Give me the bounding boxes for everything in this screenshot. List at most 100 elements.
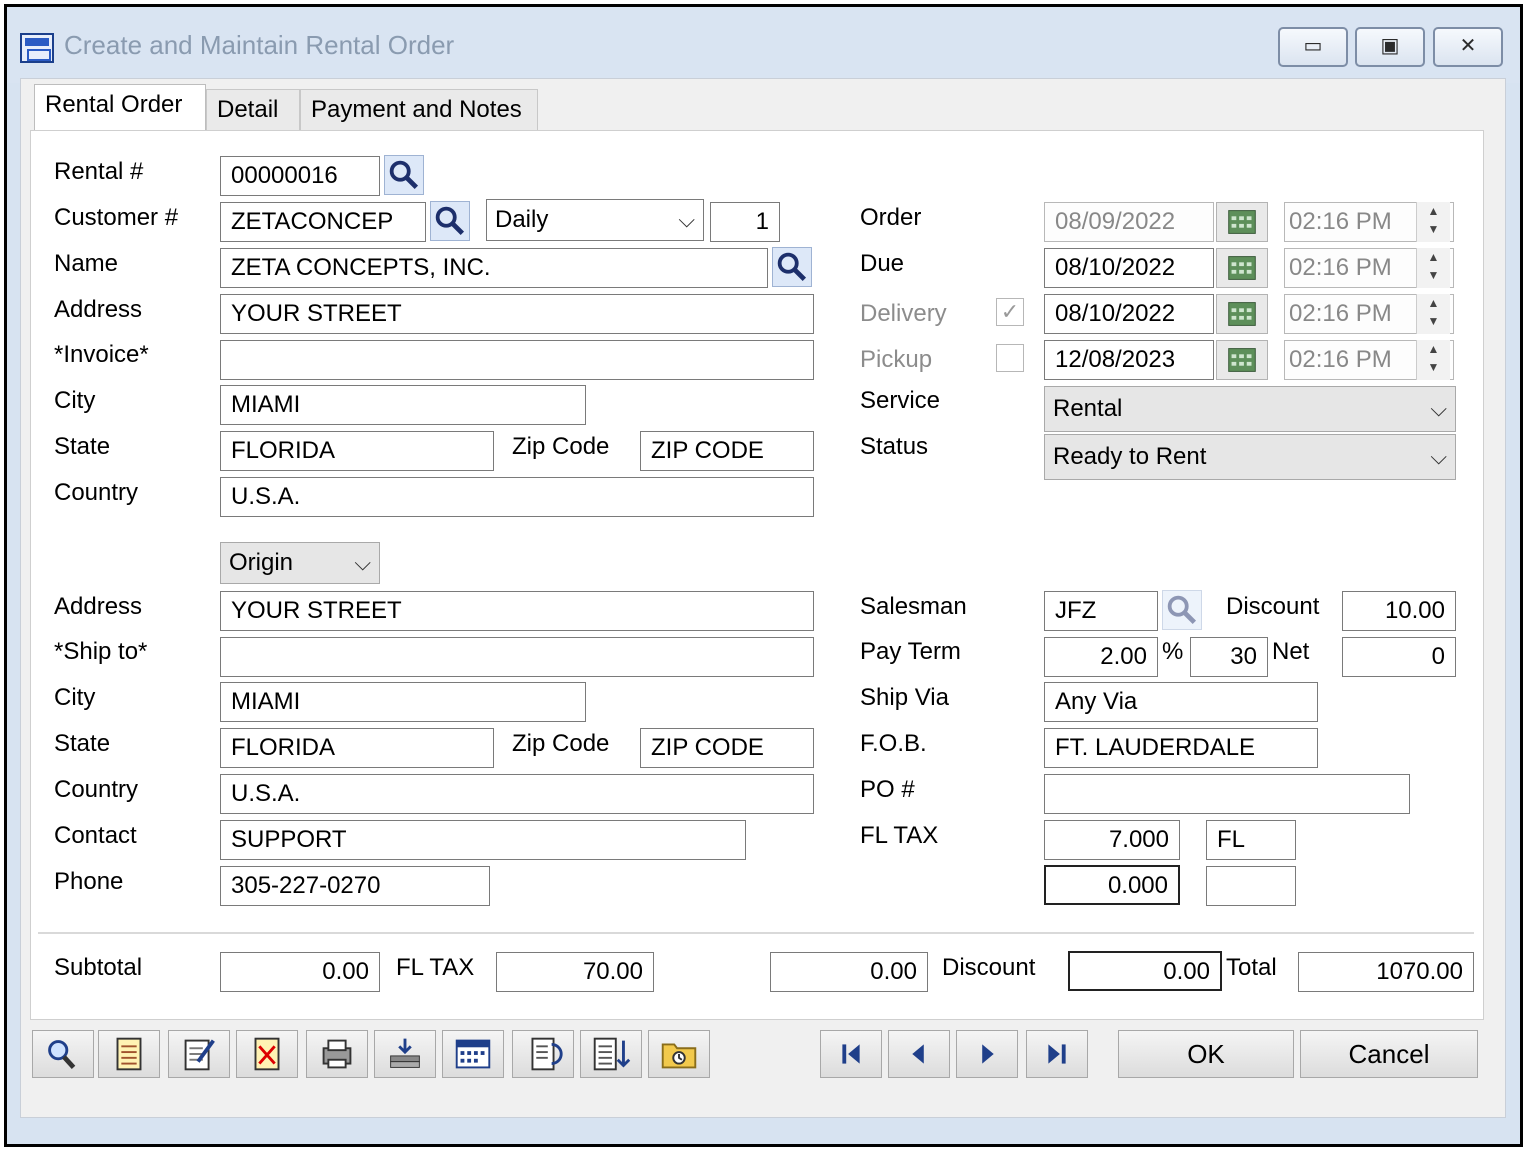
pay-term-label: Pay Term bbox=[860, 638, 961, 665]
ship-zip-label: Zip Code bbox=[512, 730, 610, 757]
maximize-button[interactable]: ▣ bbox=[1355, 27, 1425, 67]
sort-button[interactable] bbox=[580, 1030, 642, 1078]
previous-record-button[interactable] bbox=[888, 1030, 950, 1078]
ok-button[interactable]: OK bbox=[1118, 1030, 1294, 1078]
due-time-spinner[interactable]: ▲ ▼ bbox=[1416, 248, 1450, 288]
address-type-value: Origin bbox=[229, 549, 294, 576]
tab-detail[interactable]: Detail bbox=[206, 89, 300, 131]
search-icon bbox=[48, 1040, 76, 1070]
name-lookup-icon[interactable] bbox=[772, 247, 812, 287]
address-type-select[interactable]: Origin ⌵ bbox=[220, 542, 380, 584]
tax-code-field[interactable]: FL bbox=[1206, 820, 1296, 860]
last-record-button[interactable] bbox=[1026, 1030, 1088, 1078]
tax-rate2-field[interactable]: 0.000 bbox=[1044, 865, 1180, 905]
po-label: PO # bbox=[860, 776, 915, 803]
subtotal-label: Subtotal bbox=[54, 954, 143, 981]
next-record-button[interactable] bbox=[956, 1030, 1018, 1078]
search-tool-button[interactable] bbox=[32, 1030, 94, 1078]
pickup-checkbox[interactable] bbox=[996, 344, 1024, 372]
ship-via-field[interactable]: Any Via bbox=[1044, 682, 1318, 722]
pay-term-percent-field[interactable]: 2.00 bbox=[1044, 637, 1158, 677]
totals-fl-tax-label: FL TAX bbox=[396, 954, 475, 981]
name-field[interactable]: ZETA CONCEPTS, INC. bbox=[220, 248, 768, 288]
phone-field[interactable]: 305-227-0270 bbox=[220, 866, 490, 906]
due-label: Due bbox=[860, 250, 905, 277]
po-field[interactable] bbox=[1044, 774, 1410, 814]
status-label: Status bbox=[860, 433, 929, 460]
ship-address-field[interactable]: YOUR STREET bbox=[220, 591, 814, 631]
ship-to-field[interactable] bbox=[220, 637, 814, 677]
cancel-button[interactable]: Cancel bbox=[1300, 1030, 1478, 1078]
ship-via-label: Ship Via bbox=[860, 684, 949, 711]
delivery-date-field[interactable]: 08/10/2022 bbox=[1044, 294, 1214, 334]
first-record-button[interactable] bbox=[820, 1030, 882, 1078]
pickup-time-spinner[interactable]: ▲ ▼ bbox=[1416, 340, 1450, 380]
customer-lookup-icon[interactable] bbox=[430, 201, 470, 241]
address-field[interactable]: YOUR STREET bbox=[220, 294, 814, 334]
salesman-field[interactable]: JFZ bbox=[1044, 591, 1158, 631]
folder-button[interactable] bbox=[648, 1030, 710, 1078]
ship-city-field[interactable]: MIAMI bbox=[220, 682, 586, 722]
name-label: Name bbox=[54, 250, 119, 277]
stack-download-icon bbox=[390, 1038, 420, 1068]
delete-document-button[interactable] bbox=[236, 1030, 298, 1078]
calendar-icon bbox=[455, 1039, 491, 1069]
rate-period-select[interactable]: Daily ⌵ bbox=[486, 199, 704, 241]
subtotal-field: 0.00 bbox=[220, 952, 380, 992]
salesman-lookup-icon[interactable] bbox=[1162, 590, 1202, 630]
discount-field[interactable]: 10.00 bbox=[1342, 591, 1456, 631]
ship-state-field[interactable]: FLORIDA bbox=[220, 728, 494, 768]
import-button[interactable] bbox=[374, 1030, 436, 1078]
pay-term-days-field[interactable]: 30 bbox=[1190, 637, 1268, 677]
delivery-calendar-icon[interactable] bbox=[1216, 294, 1268, 334]
zip-field[interactable]: ZIP CODE bbox=[640, 431, 814, 471]
country-field[interactable]: U.S.A. bbox=[220, 477, 814, 517]
state-field[interactable]: FLORIDA bbox=[220, 431, 494, 471]
rental-lookup-icon[interactable] bbox=[384, 155, 424, 195]
ship-state-label: State bbox=[54, 730, 111, 757]
fob-field[interactable]: FT. LAUDERDALE bbox=[1044, 728, 1318, 768]
service-select[interactable]: Rental ⌵ bbox=[1044, 386, 1456, 432]
print-button[interactable] bbox=[306, 1030, 368, 1078]
tab-rental-order[interactable]: Rental Order bbox=[34, 84, 206, 132]
rate-quantity-field[interactable]: 1 bbox=[710, 202, 780, 242]
phone-label: Phone bbox=[54, 868, 124, 895]
ship-to-label: *Ship to* bbox=[54, 638, 148, 665]
minimize-button[interactable]: ▭ bbox=[1278, 27, 1348, 67]
ship-country-field[interactable]: U.S.A. bbox=[220, 774, 814, 814]
ship-zip-field[interactable]: ZIP CODE bbox=[640, 728, 814, 768]
delivery-time-spinner[interactable]: ▲ ▼ bbox=[1416, 294, 1450, 334]
due-calendar-icon[interactable] bbox=[1216, 248, 1268, 288]
invoice-field[interactable] bbox=[220, 340, 814, 380]
status-select[interactable]: Ready to Rent ⌵ bbox=[1044, 434, 1456, 480]
folder-clock-icon bbox=[661, 1043, 697, 1069]
service-value: Rental bbox=[1053, 395, 1123, 422]
tax-code2-field[interactable] bbox=[1206, 866, 1296, 906]
order-label: Order bbox=[860, 204, 922, 231]
contact-field[interactable]: SUPPORT bbox=[220, 820, 746, 860]
tax-rate-field[interactable]: 7.000 bbox=[1044, 820, 1180, 860]
rental-number-field[interactable]: 00000016 bbox=[220, 156, 380, 196]
zip-label: Zip Code bbox=[512, 433, 610, 460]
close-button[interactable]: ✕ bbox=[1433, 27, 1503, 67]
refresh-button[interactable] bbox=[512, 1030, 574, 1078]
pickup-label: Pickup bbox=[860, 346, 933, 373]
delivery-checkbox[interactable]: ✓ bbox=[996, 298, 1024, 326]
order-calendar-icon[interactable] bbox=[1216, 202, 1268, 242]
edit-document-button[interactable] bbox=[168, 1030, 230, 1078]
due-date-field[interactable]: 08/10/2022 bbox=[1044, 248, 1214, 288]
net-field[interactable]: 0 bbox=[1342, 637, 1456, 677]
status-value: Ready to Rent bbox=[1053, 443, 1207, 470]
total-label: Total bbox=[1226, 954, 1277, 981]
pickup-calendar-icon[interactable] bbox=[1216, 340, 1268, 380]
pickup-date-field[interactable]: 12/08/2023 bbox=[1044, 340, 1214, 380]
order-time-spinner[interactable]: ▲ ▼ bbox=[1416, 202, 1450, 242]
city-field[interactable]: MIAMI bbox=[220, 385, 586, 425]
tab-payment-and-notes[interactable]: Payment and Notes bbox=[300, 89, 538, 131]
new-document-button[interactable] bbox=[98, 1030, 160, 1078]
chevron-down-icon: ⌵ bbox=[1430, 396, 1447, 421]
order-date-field[interactable]: 08/09/2022 bbox=[1044, 202, 1214, 242]
calendar-button[interactable] bbox=[442, 1030, 504, 1078]
totals-discount-field[interactable]: 0.00 bbox=[1068, 951, 1222, 991]
customer-number-field[interactable]: ZETACONCEP bbox=[220, 202, 426, 242]
